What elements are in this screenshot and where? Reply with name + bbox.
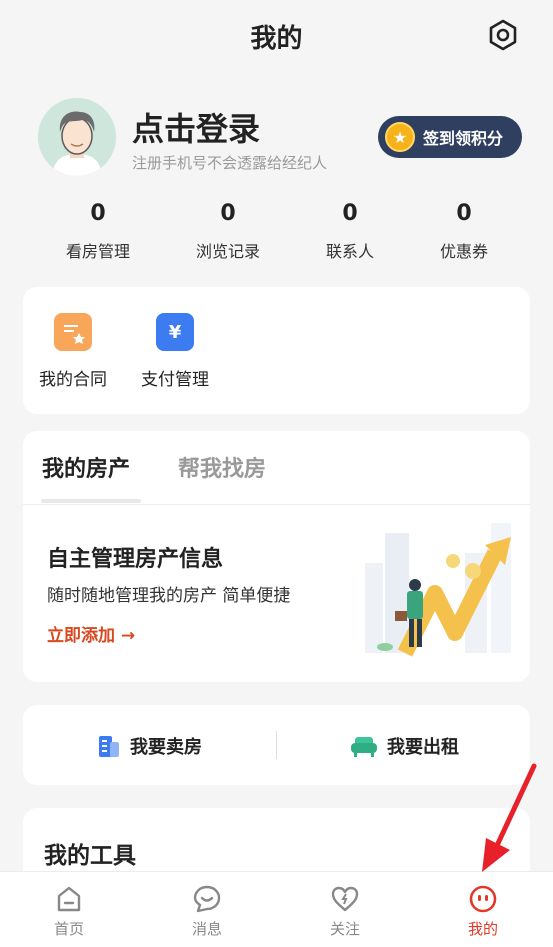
signin-label: 签到领积分 — [423, 129, 504, 148]
sofa-icon — [351, 737, 377, 757]
login-link[interactable]: 点击登录 — [132, 104, 260, 150]
avatar[interactable] — [38, 98, 116, 176]
tab-home[interactable]: 首页 — [19, 884, 119, 939]
profile-section: 点击登录 注册手机号不会透露给经纪人 ★ 签到领积分 — [0, 96, 553, 186]
stat-label: 浏览记录 — [195, 242, 260, 261]
property-card: 我的房产 帮我找房 自主管理房产信息 随时随地管理我的房产 简单便捷 立即添加 … — [23, 431, 530, 682]
pointer-arrow-icon — [482, 763, 537, 872]
home-icon — [57, 886, 81, 912]
tab-my-property[interactable]: 我的房产 — [42, 451, 130, 483]
property-subtitle: 随时随地管理我的房产 简单便捷 — [47, 586, 291, 606]
contract-icon — [54, 313, 92, 351]
rent-out-button[interactable]: 我要出租 — [349, 733, 459, 759]
stat-viewing[interactable]: 0 看房管理 — [38, 198, 158, 262]
service-payment[interactable]: ¥ 支付管理 — [125, 313, 225, 390]
tab-label: 关注 — [329, 920, 360, 938]
stat-coupons[interactable]: 0 优惠券 — [404, 198, 524, 262]
sell-house-button[interactable]: 我要卖房 — [96, 733, 202, 759]
service-label: 我的合同 — [39, 370, 107, 390]
tools-title: 我的工具 — [44, 843, 136, 869]
property-tabs: 我的房产 帮我找房 — [23, 431, 530, 505]
stat-value: 0 — [342, 201, 358, 226]
action-label: 我要出租 — [387, 737, 459, 758]
tab-find-house[interactable]: 帮我找房 — [178, 451, 266, 483]
tab-label: 首页 — [53, 920, 84, 938]
user-avatar-icon — [38, 98, 116, 176]
gear-icon[interactable] — [486, 18, 520, 52]
yen-ticket-icon: ¥ — [156, 313, 194, 351]
tab-underline — [41, 499, 141, 503]
stat-value: 0 — [220, 201, 236, 226]
top-bar: 我的 — [0, 0, 553, 72]
tab-label: 我的 — [467, 920, 498, 938]
add-property-link[interactable]: 立即添加 → — [47, 621, 135, 646]
stat-label: 优惠券 — [439, 242, 488, 261]
tab-messages[interactable]: 消息 — [157, 884, 257, 939]
building-icon — [99, 736, 119, 757]
profile-face-icon — [469, 885, 497, 913]
tab-mine[interactable]: 我的 — [433, 884, 533, 939]
stats-row: 0 看房管理 0 浏览记录 0 联系人 0 优惠券 — [0, 198, 553, 268]
stat-label: 联系人 — [325, 242, 374, 261]
action-divider — [276, 731, 277, 759]
action-label: 我要卖房 — [130, 737, 202, 758]
actions-card: 我要卖房 我要出租 — [23, 705, 530, 785]
services-card: 我的合同 ¥ 支付管理 — [23, 287, 530, 414]
tab-label: 消息 — [191, 920, 222, 938]
stat-history[interactable]: 0 浏览记录 — [168, 198, 288, 262]
stat-value: 0 — [456, 201, 472, 226]
growth-illustration — [365, 523, 511, 657]
stat-contacts[interactable]: 0 联系人 — [290, 198, 410, 262]
bottom-tab-bar: 首页 消息 关注 我的 — [0, 871, 553, 947]
heart-icon — [331, 886, 359, 912]
stat-value: 0 — [90, 201, 106, 226]
signin-points-button[interactable]: ★ 签到领积分 — [378, 116, 522, 158]
stat-label: 看房管理 — [65, 242, 130, 261]
service-contract[interactable]: 我的合同 — [23, 313, 123, 390]
login-subtitle: 注册手机号不会透露给经纪人 — [132, 154, 328, 172]
page-title: 我的 — [250, 24, 303, 54]
star-coin-icon: ★ — [385, 122, 415, 152]
message-icon — [193, 885, 221, 913]
tab-follow[interactable]: 关注 — [295, 884, 395, 939]
property-title: 自主管理房产信息 — [47, 547, 224, 572]
service-label: 支付管理 — [141, 370, 209, 390]
